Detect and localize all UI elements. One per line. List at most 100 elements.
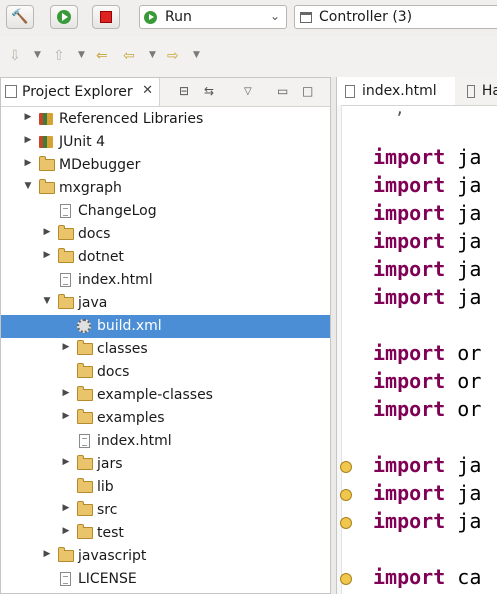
chevron-right-icon[interactable]: ▶ — [61, 503, 71, 513]
chevron-down-icon[interactable]: ▼ — [34, 50, 41, 60]
tree-item[interactable]: ▶ classes — [1, 338, 330, 361]
package-name: ja — [445, 229, 482, 253]
package-name: ja — [445, 509, 482, 533]
tab-label: Project Explorer — [22, 84, 133, 100]
tree-item[interactable]: ▶ MDebugger — [1, 154, 330, 177]
file-icon — [77, 434, 93, 448]
chevron-down-icon[interactable]: ▼ — [149, 50, 156, 60]
tree-item[interactable]: ▼ mxgraph — [1, 177, 330, 200]
library-icon — [39, 112, 55, 126]
tree-item-label: dotnet — [78, 249, 124, 265]
chevron-right-icon[interactable]: ▶ — [61, 388, 71, 398]
chevron-down-icon[interactable]: ▼ — [23, 181, 33, 191]
maximize-icon[interactable]: □ — [302, 84, 316, 98]
last-edit-icon[interactable]: ⇐ — [96, 48, 108, 64]
next-annotation-icon[interactable]: ⇩ — [9, 48, 21, 64]
code-line: import ja — [373, 257, 481, 281]
window-icon — [300, 11, 312, 23]
tree-item[interactable]: ▶ Referenced Libraries — [1, 108, 330, 131]
tree-item-label: mxgraph — [59, 180, 122, 196]
tree-item-label: docs — [78, 226, 111, 242]
code-line: import ja — [373, 145, 481, 169]
tree-item[interactable]: ▶ examples — [1, 407, 330, 430]
forward-icon[interactable]: ⇨ — [167, 48, 179, 64]
tree-item-label: java — [78, 295, 108, 311]
keyword: import — [373, 453, 446, 477]
tree-item-label: test — [97, 525, 124, 541]
folder-icon — [58, 547, 74, 563]
folder-icon — [58, 225, 74, 241]
back-icon[interactable]: ⇦ — [123, 48, 135, 64]
folder-icon — [77, 478, 93, 494]
tree-item[interactable]: ▶ test — [1, 522, 330, 545]
tree-item[interactable]: ▶ JUnit 4 — [1, 131, 330, 154]
keyword: import — [373, 145, 446, 169]
tree-item[interactable]: build.xml — [1, 315, 330, 338]
package-name: ja — [445, 145, 482, 169]
view-menu-icon[interactable]: ▽ — [244, 86, 258, 100]
tree-item[interactable]: ▶ jars — [1, 453, 330, 476]
chevron-right-icon[interactable]: ▶ — [23, 112, 33, 122]
folder-icon — [58, 294, 74, 310]
chevron-right-icon[interactable]: ▶ — [61, 526, 71, 536]
tree-item[interactable]: index.html — [1, 430, 330, 453]
folder-icon — [77, 524, 93, 540]
chevron-right-icon[interactable]: ▶ — [61, 457, 71, 467]
file-icon — [58, 204, 74, 218]
tree-item[interactable]: index.html — [1, 269, 330, 292]
chevron-right-icon[interactable]: ▶ — [42, 549, 52, 559]
warning-icon[interactable] — [340, 517, 352, 529]
tree-item[interactable]: ▶ src — [1, 499, 330, 522]
tree-item[interactable]: ▼ java — [1, 292, 330, 315]
package-name: or — [445, 397, 482, 421]
link-with-editor-icon[interactable]: ⇆ — [204, 84, 218, 98]
run-config-select[interactable]: Run ⌄ — [139, 5, 287, 29]
tree-item[interactable]: lib — [1, 476, 330, 499]
chevron-down-icon[interactable]: ▼ — [78, 50, 85, 60]
tree-item-label: example-classes — [97, 387, 213, 403]
code-line: import or — [373, 397, 481, 421]
chevron-down-icon[interactable]: ▼ — [193, 50, 200, 60]
chevron-right-icon[interactable]: ▶ — [42, 250, 52, 260]
tree-item[interactable]: ▶ dotnet — [1, 246, 330, 269]
package-name: ja — [445, 285, 482, 309]
tree-item[interactable]: docs — [1, 361, 330, 384]
navigation-toolbar: ⇩ ▼ ⇧ ▼ ⇐ ⇦ ▼ ⇨ ▼ — [0, 40, 497, 74]
collapse-all-icon[interactable]: ⊟ — [179, 84, 193, 98]
chevron-right-icon[interactable]: ▶ — [61, 411, 71, 421]
package-name: or — [445, 341, 482, 365]
stop-button[interactable] — [92, 5, 120, 29]
tab-second[interactable]: Ha — [461, 77, 497, 105]
tree-item[interactable]: LICENSE — [1, 568, 330, 591]
tree-item-label: index.html — [97, 433, 172, 449]
chevron-right-icon[interactable]: ▶ — [23, 135, 33, 145]
keyword: import — [373, 509, 446, 533]
code-line: import ja — [373, 509, 481, 533]
warning-icon[interactable] — [340, 461, 352, 473]
chevron-right-icon[interactable]: ▶ — [23, 158, 33, 168]
tree-item[interactable]: ▶ javascript — [1, 545, 330, 568]
minimize-icon[interactable]: ▭ — [277, 84, 291, 98]
package-name: ja — [445, 257, 482, 281]
previous-annotation-icon[interactable]: ⇧ — [53, 48, 65, 64]
tree-item-label: lib — [97, 479, 114, 495]
close-icon[interactable]: ✕ — [142, 83, 153, 98]
chevron-right-icon[interactable]: ▶ — [61, 342, 71, 352]
project-explorer-icon — [5, 85, 17, 98]
tree-item[interactable]: ▶ docs — [1, 223, 330, 246]
build-button[interactable]: 🔨 — [6, 5, 34, 29]
warning-icon[interactable] — [340, 489, 352, 501]
target-select[interactable]: Controller (3) — [294, 5, 497, 29]
chevron-down-icon[interactable]: ▼ — [42, 296, 52, 306]
run-button[interactable] — [50, 5, 78, 29]
play-icon — [57, 10, 71, 24]
warning-icon[interactable] — [340, 573, 352, 585]
tab-project-explorer[interactable]: Project Explorer ✕ — [1, 78, 160, 106]
main-toolbar: 🔨 Run ⌄ Controller (3) — [0, 0, 497, 36]
tree-item-label: LICENSE — [78, 571, 137, 587]
tree-item[interactable]: ChangeLog — [1, 200, 330, 223]
stop-icon — [100, 11, 112, 23]
tree-item[interactable]: ▶ example-classes — [1, 384, 330, 407]
file-icon — [58, 572, 74, 586]
chevron-right-icon[interactable]: ▶ — [42, 227, 52, 237]
